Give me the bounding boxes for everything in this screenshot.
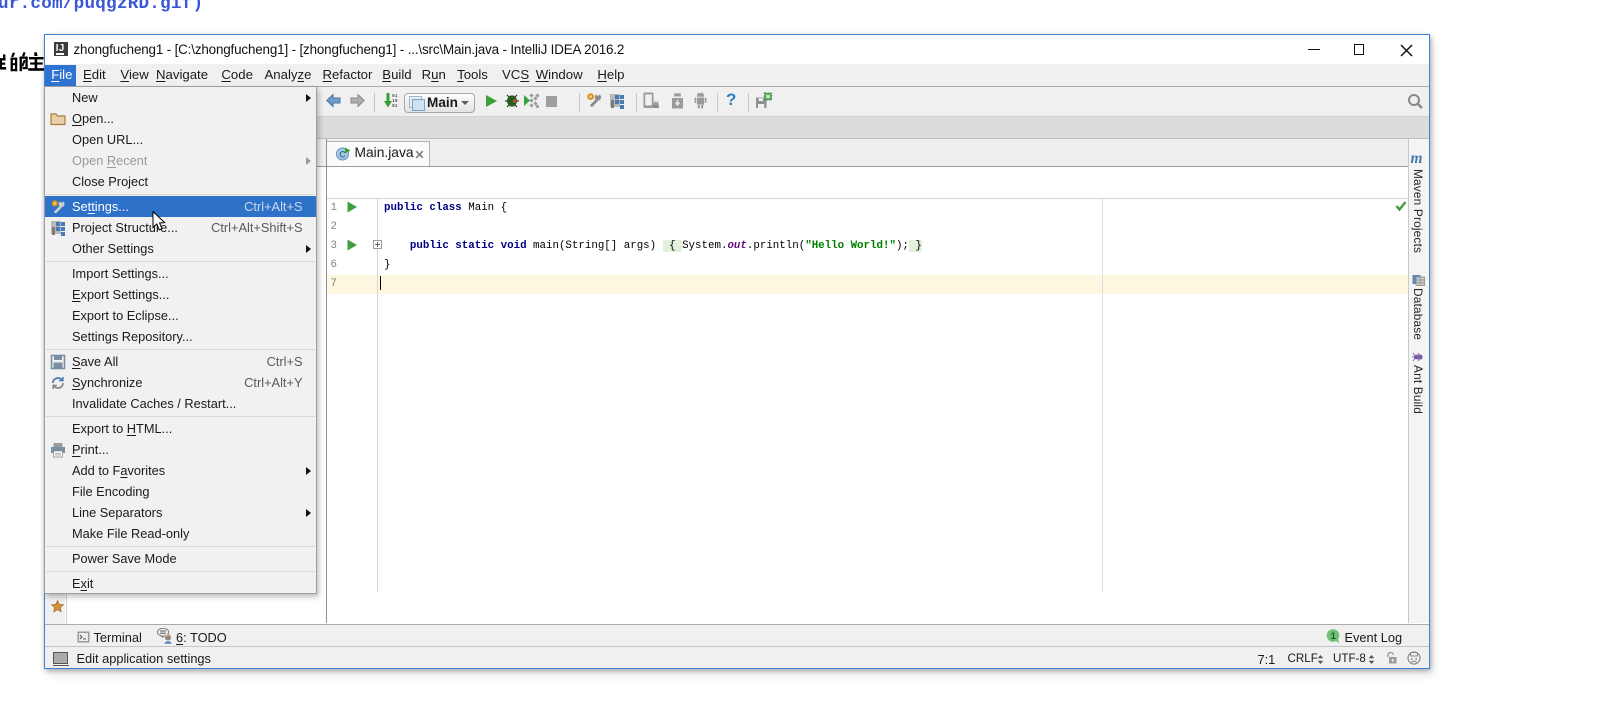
svg-text:1: 1 bbox=[1330, 631, 1336, 642]
svg-text:01: 01 bbox=[392, 103, 398, 109]
